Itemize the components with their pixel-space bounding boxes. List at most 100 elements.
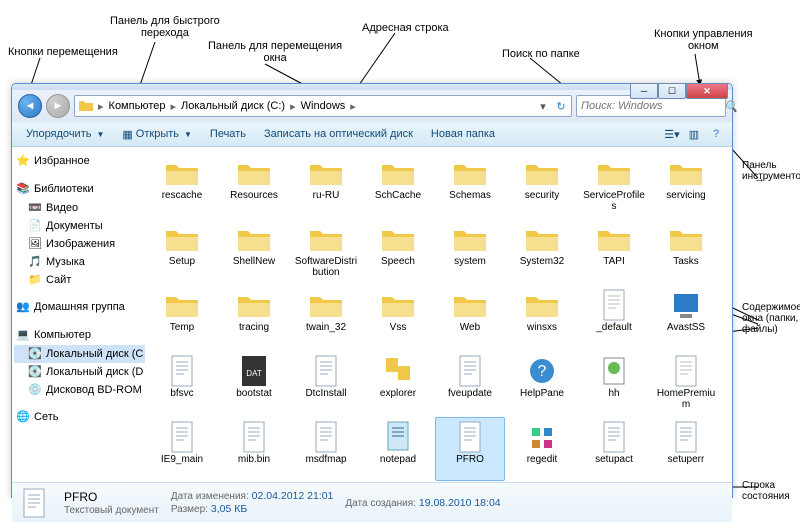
file-icon: DAT [236,354,272,388]
nav-favorites[interactable]: ⭐Избранное [14,151,145,171]
item-label: Tasks [673,256,699,267]
folder-icon [524,222,560,256]
item-label: servicing [666,190,705,201]
item-system32[interactable]: System32 [507,219,577,283]
item-msdfmap[interactable]: msdfmap [291,417,361,481]
nav-drive-c[interactable]: 💽Локальный диск (C [14,345,145,363]
open-button[interactable]: ▦Открыть▼ [114,126,200,143]
help-button[interactable]: ? [706,125,726,143]
item-dtcinstall[interactable]: DtcInstall [291,351,361,415]
item-regedit[interactable]: regedit [507,417,577,481]
item-system[interactable]: system [435,219,505,283]
item-rescache[interactable]: rescache [147,153,217,217]
item-serviceprofiles[interactable]: ServiceProfiles [579,153,649,217]
maximize-button[interactable]: ☐ [658,83,686,99]
search-icon: 🔍 [724,100,738,113]
item-label: Speech [381,256,415,267]
item-temp[interactable]: Temp [147,285,217,349]
item-label: HomePremium [654,388,718,410]
newfolder-button[interactable]: Новая папка [423,126,503,142]
nav-lib-video[interactable]: 📼Видео [14,199,145,217]
organize-button[interactable]: Упорядочить▼ [18,126,112,142]
search-input[interactable] [581,100,724,112]
item-label: hh [608,388,619,399]
item-homepremium[interactable]: HomePremium [651,351,721,415]
item-avastss[interactable]: AvastSS [651,285,721,349]
address-dropdown[interactable]: ▾ [535,100,551,113]
nav-lib-images[interactable]: 🖼Изображения [14,235,145,253]
item-label: Schemas [449,190,491,201]
item-schcache[interactable]: SchCache [363,153,433,217]
nav-homegroup[interactable]: 👥Домашняя группа [14,297,145,317]
back-button[interactable]: ◄ [18,94,42,118]
minimize-button[interactable]: ─ [630,83,658,99]
item-setuperr[interactable]: setuperr [651,417,721,481]
file-icon [164,354,200,388]
crumb-computer[interactable]: Компьютер [105,96,170,116]
folder-icon [452,222,488,256]
svg-text:?: ? [538,363,547,380]
item-tracing[interactable]: tracing [219,285,289,349]
nav-lib-docs[interactable]: 📄Документы [14,217,145,235]
titlebar[interactable]: ─ ☐ ✕ [12,84,732,90]
item-helppane[interactable]: ?HelpPane [507,351,577,415]
forward-button[interactable]: ► [46,94,70,118]
item-setup[interactable]: Setup [147,219,217,283]
item-ru-ru[interactable]: ru-RU [291,153,361,217]
address-bar[interactable]: ▸ Компьютер ▸ Локальный диск (C:) ▸ Wind… [74,95,572,117]
refresh-button[interactable]: ↻ [551,100,571,113]
item-security[interactable]: security [507,153,577,217]
item-bootstat[interactable]: DATbootstat [219,351,289,415]
folder-icon [668,222,704,256]
folder-icon [236,156,272,190]
nav-libraries[interactable]: 📚Библиотеки [14,179,145,199]
nav-computer[interactable]: 💻Компьютер [14,325,145,345]
nav-drive-bd[interactable]: 💿Дисковод BD-ROM [14,381,145,399]
file-icon [524,420,560,454]
close-button[interactable]: ✕ [686,83,728,99]
content-area[interactable]: rescacheResourcesru-RUSchCache Schemas sec… [147,147,732,482]
item-schemas[interactable]: Schemas [435,153,505,217]
item-shellnew[interactable]: ShellNew [219,219,289,283]
folder-icon [308,156,344,190]
file-icon [668,420,704,454]
item-resources[interactable]: Resources [219,153,289,217]
item-twain-32[interactable]: twain_32 [291,285,361,349]
ann-address: Адресная строка [362,22,449,34]
file-icon [236,420,272,454]
item-softwaredistribution[interactable]: SoftwareDistribution [291,219,361,283]
burn-button[interactable]: Записать на оптический диск [256,126,421,142]
nav-network[interactable]: 🌐Сеть [14,407,145,427]
print-button[interactable]: Печать [202,126,254,142]
item-bfsvc[interactable]: bfsvc [147,351,217,415]
item--default[interactable]: _default [579,285,649,349]
ann-content: Содержимое окна (папки, файлы) [742,302,800,335]
item-mib-bin[interactable]: mib.bin [219,417,289,481]
crumb-drive[interactable]: Локальный диск (C:) [177,96,289,116]
preview-pane-button[interactable]: ▥ [684,125,704,143]
item-speech[interactable]: Speech [363,219,433,283]
item-label: tracing [239,322,269,333]
nav-drive-d[interactable]: 💽Локальный диск (D [14,363,145,381]
item-vss[interactable]: Vss [363,285,433,349]
view-options-button[interactable]: ☰▾ [662,125,682,143]
item-winsxs[interactable]: winsxs [507,285,577,349]
status-bar: PFRO Текстовый документ Дата изменения: … [12,482,732,522]
item-tasks[interactable]: Tasks [651,219,721,283]
file-icon [380,354,416,388]
item-hh[interactable]: hh [579,351,649,415]
item-tapi[interactable]: TAPI [579,219,649,283]
item-fveupdate[interactable]: fveupdate [435,351,505,415]
item-setupact[interactable]: setupact [579,417,649,481]
item-explorer[interactable]: explorer [363,351,433,415]
nav-lib-site[interactable]: 📁Сайт [14,271,145,289]
item-servicing[interactable]: servicing [651,153,721,217]
item-pfro[interactable]: PFRO [435,417,505,481]
nav-lib-music[interactable]: 🎵Музыка [14,253,145,271]
item-web[interactable]: Web [435,285,505,349]
crumb-windows[interactable]: Windows [297,96,350,116]
file-icon [308,354,344,388]
file-icon: ? [524,354,560,388]
item-ie9-main[interactable]: IE9_main [147,417,217,481]
item-notepad[interactable]: notepad [363,417,433,481]
